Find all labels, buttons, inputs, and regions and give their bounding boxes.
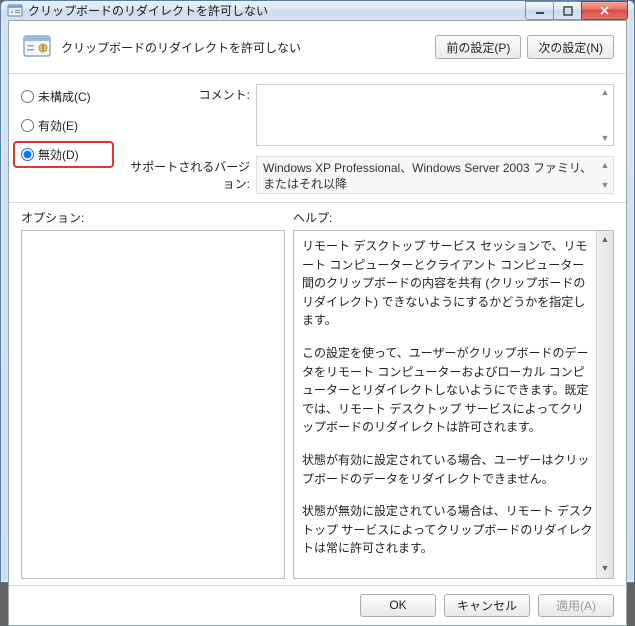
policy-title: クリップボードのリダイレクトを許可しない [61, 39, 429, 56]
app-icon [7, 3, 23, 19]
footer: OK キャンセル 適用(A) [9, 585, 626, 625]
comment-row: コメント: ▲ ▼ [120, 84, 614, 146]
help-paragraph: 状態が無効に設定されている場合は、リモート デスクトップ サービスによってクリッ… [302, 502, 593, 558]
radio-enabled-input[interactable] [21, 119, 34, 132]
supported-text-value: Windows XP Professional、Windows Server 2… [263, 161, 592, 191]
config-right-column: コメント: ▲ ▼ サポートされるバージョン: Windows XP Profe… [120, 84, 614, 194]
header-row: クリップボードのリダイレクトを許可しない 前の設定(P) 次の設定(N) [9, 21, 626, 74]
radio-disabled-input[interactable] [21, 148, 34, 161]
comment-textarea[interactable]: ▲ ▼ [256, 84, 614, 146]
state-radios: 未構成(C) 有効(E) 無効(D) [21, 84, 106, 194]
pane-labels: オプション: ヘルプ: [9, 203, 626, 230]
help-pane: リモート デスクトップ サービス セッションで、リモート コンピューターとクライ… [293, 230, 614, 579]
close-button[interactable] [581, 1, 628, 20]
policy-icon [21, 31, 53, 63]
scroll-down-icon: ▼ [599, 179, 611, 191]
ok-button[interactable]: OK [360, 594, 436, 617]
radio-not-configured-input[interactable] [21, 90, 34, 103]
previous-setting-button[interactable]: 前の設定(P) [435, 35, 521, 59]
scroll-up-icon[interactable]: ▲ [597, 231, 613, 248]
radio-disabled[interactable]: 無効(D) [13, 141, 114, 168]
help-paragraph: この設定を使って、ユーザーがクリップボードのデータをリモート コンピューターおよ… [302, 344, 593, 437]
help-scrollbar[interactable]: ▲ ▼ [596, 231, 613, 578]
dialog-window: クリップボードのリダイレクトを許可しない クリップボードのリダイレクトを許可しな… [0, 0, 635, 583]
scroll-up-icon[interactable]: ▲ [599, 87, 611, 97]
supported-row: サポートされるバージョン: Windows XP Professional、Wi… [120, 156, 614, 194]
radio-not-configured-label: 未構成(C) [38, 88, 91, 105]
options-label: オプション: [21, 209, 293, 226]
radio-enabled[interactable]: 有効(E) [21, 117, 106, 134]
titlebar[interactable]: クリップボードのリダイレクトを許可しない [1, 1, 634, 20]
next-setting-button[interactable]: 次の設定(N) [527, 35, 614, 59]
scroll-down-icon[interactable]: ▼ [597, 561, 613, 578]
options-pane [21, 230, 285, 579]
cancel-button[interactable]: キャンセル [444, 594, 530, 617]
radio-not-configured[interactable]: 未構成(C) [21, 88, 106, 105]
config-section: 未構成(C) 有効(E) 無効(D) コメント: ▲ ▼ [9, 74, 626, 203]
window-controls [526, 1, 628, 20]
radio-disabled-label: 無効(D) [38, 146, 79, 163]
panes-row: リモート デスクトップ サービス セッションで、リモート コンピューターとクライ… [9, 230, 626, 585]
window-title: クリップボードのリダイレクトを許可しない [28, 2, 526, 19]
maximize-button[interactable] [553, 1, 582, 20]
client-area: クリップボードのリダイレクトを許可しない 前の設定(P) 次の設定(N) 未構成… [8, 20, 627, 626]
comment-label: コメント: [120, 84, 250, 146]
supported-label: サポートされるバージョン: [120, 156, 250, 194]
scroll-up-icon: ▲ [599, 159, 611, 171]
apply-button[interactable]: 適用(A) [538, 594, 614, 617]
scroll-down-icon[interactable]: ▼ [599, 133, 611, 143]
radio-enabled-label: 有効(E) [38, 117, 78, 134]
help-paragraph: 状態が有効に設定されている場合、ユーザーはクリップボードのデータをリダイレクトで… [302, 451, 593, 488]
supported-text: Windows XP Professional、Windows Server 2… [256, 156, 614, 194]
help-paragraph: リモート デスクトップ サービス セッションで、リモート コンピューターとクライ… [302, 237, 593, 330]
help-label: ヘルプ: [293, 209, 614, 226]
minimize-button[interactable] [525, 1, 554, 20]
